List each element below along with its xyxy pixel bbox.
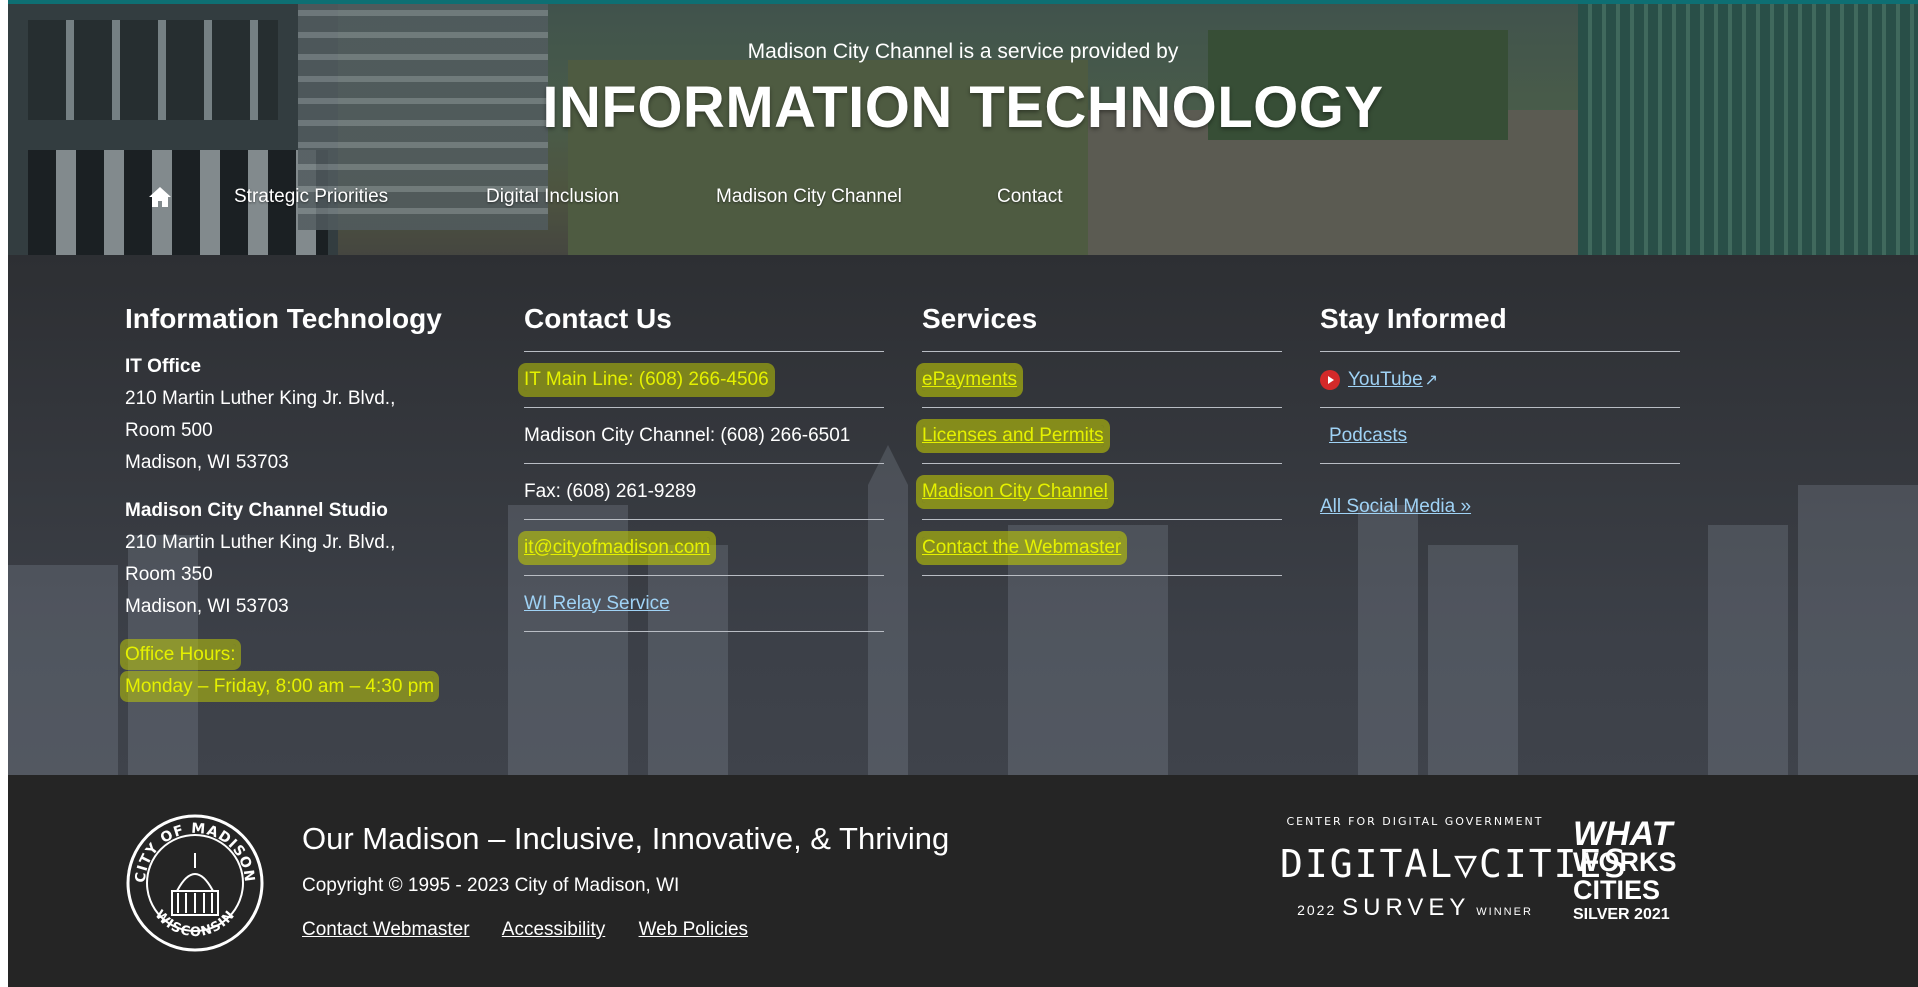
it-column: Information Technology IT Office 210 Mar…	[125, 303, 485, 703]
licenses-permits-link[interactable]: Licenses and Permits	[922, 424, 1104, 447]
dc-survey: SURVEY	[1342, 894, 1471, 921]
hero-banner: Madison City Channel is a service provid…	[8, 0, 1918, 255]
channel-phone: Madison City Channel: (608) 266-6501	[524, 424, 851, 446]
ww-line4: SILVER 2021	[1573, 906, 1670, 923]
external-link-icon: ↗	[1424, 371, 1439, 389]
dc-year: 2022	[1297, 902, 1337, 918]
what-works-cities-logo: WHAT WORKS CITIES SILVER 2021	[1573, 815, 1677, 926]
stay-informed-heading: Stay Informed	[1320, 303, 1507, 334]
studio-name: Madison City Channel Studio	[125, 500, 388, 521]
stay-informed-column: Stay Informed YouTube ↗ Podcasts All Soc…	[1320, 303, 1680, 518]
site-footer: CITY OF MADISON WISCONSIN Our Madison – …	[8, 775, 1918, 987]
digital-cities-award-logo: CENTER FOR DIGITAL GOVERNMENT DIGITAL▽CI…	[1280, 815, 1626, 945]
copyright-text: Copyright © 1995 - 2023 City of Madison,…	[302, 875, 680, 896]
footer-tagline: Our Madison – Inclusive, Innovative, & T…	[302, 821, 950, 856]
services-column: Services ePayments Licenses and Permits …	[922, 303, 1282, 576]
contact-list: IT Main Line: (608) 266-4506 Madison Cit…	[524, 351, 884, 632]
social-list: YouTube ↗ Podcasts	[1320, 351, 1680, 464]
ww-line1: WHAT	[1573, 815, 1673, 853]
dc-award-top: CENTER FOR DIGITAL GOVERNMENT	[1286, 815, 1544, 828]
contact-heading: Contact Us	[524, 303, 672, 334]
contact-column: Contact Us IT Main Line: (608) 266-4506 …	[524, 303, 884, 632]
services-heading: Services	[922, 303, 1038, 334]
services-list: ePayments Licenses and Permits Madison C…	[922, 351, 1282, 576]
office-hours-value: Monday – Friday, 8:00 am – 4:30 pm	[125, 676, 435, 697]
list-item: Madison City Channel: (608) 266-6501	[524, 407, 884, 463]
address-line: 210 Martin Luther King Jr. Blvd.,	[125, 388, 396, 409]
nav-strategic-priorities[interactable]: Strategic Priorities	[234, 186, 388, 208]
nav-madison-city-channel[interactable]: Madison City Channel	[716, 186, 902, 208]
all-social-wrap: All Social Media »	[1320, 496, 1680, 518]
footer-contact-webmaster-link[interactable]: Contact Webmaster	[302, 919, 470, 940]
dc-award-bottom: 2022 SURVEY WINNER	[1280, 894, 1550, 922]
city-seal-logo: CITY OF MADISON WISCONSIN	[126, 814, 264, 952]
list-item: Fax: (608) 261-9289	[524, 463, 884, 519]
dc-v-icon: ▽	[1454, 842, 1480, 886]
page: Madison City Channel is a service provid…	[8, 0, 1918, 987]
podcasts-link[interactable]: Podcasts	[1329, 425, 1407, 447]
list-item: ePayments	[922, 351, 1282, 407]
hero-intro-text: Madison City Channel is a service provid…	[747, 40, 1179, 63]
list-item: Contact the Webmaster	[922, 519, 1282, 576]
office-hours-label: Office Hours:	[125, 644, 236, 665]
address-line: Room 500	[125, 420, 213, 441]
ww-line3: CITIES	[1573, 875, 1661, 905]
email-link[interactable]: it@cityofmadison.com	[524, 536, 711, 559]
ww-line2: WORKS	[1573, 847, 1677, 877]
all-social-media-link[interactable]: All Social Media »	[1320, 496, 1471, 517]
address-line: Madison, WI 53703	[125, 452, 289, 473]
list-item: Podcasts	[1320, 407, 1680, 464]
it-heading: Information Technology	[125, 303, 442, 334]
dc-winner: WINNER	[1476, 906, 1533, 918]
nav-contact[interactable]: Contact	[997, 186, 1062, 208]
youtube-icon	[1320, 369, 1340, 390]
fax-number: Fax: (608) 261-9289	[524, 480, 697, 502]
footer-links: Contact Webmaster Accessibility Web Poli…	[302, 919, 776, 941]
footer-accessibility-link[interactable]: Accessibility	[502, 919, 605, 940]
info-section: Information Technology IT Office 210 Mar…	[8, 255, 1918, 775]
home-icon-svg	[149, 187, 171, 207]
studio-address: Madison City Channel Studio 210 Martin L…	[125, 495, 485, 623]
it-main-line: IT Main Line: (608) 266-4506	[524, 368, 769, 391]
wi-relay-link[interactable]: WI Relay Service	[524, 593, 670, 615]
address-line: 210 Martin Luther King Jr. Blvd.,	[125, 532, 396, 553]
list-item: Licenses and Permits	[922, 407, 1282, 463]
nav-digital-inclusion[interactable]: Digital Inclusion	[486, 186, 619, 208]
contact-webmaster-link[interactable]: Contact the Webmaster	[922, 536, 1122, 559]
dc-main-left: DIGITAL	[1280, 842, 1455, 886]
address-line: Madison, WI 53703	[125, 596, 289, 617]
address-line: Room 350	[125, 564, 213, 585]
madison-city-channel-link[interactable]: Madison City Channel	[922, 480, 1108, 503]
top-accent-bar	[8, 0, 1918, 4]
office-hours: Office Hours: Monday – Friday, 8:00 am –…	[125, 639, 485, 703]
list-item: IT Main Line: (608) 266-4506	[524, 351, 884, 407]
list-item: Madison City Channel	[922, 463, 1282, 519]
footer-web-policies-link[interactable]: Web Policies	[639, 919, 748, 940]
list-item: YouTube ↗	[1320, 351, 1680, 407]
youtube-play-icon	[1328, 375, 1334, 384]
list-item: it@cityofmadison.com	[524, 519, 884, 575]
hero-title: INFORMATION TECHNOLOGY	[542, 75, 1384, 140]
epayments-link[interactable]: ePayments	[922, 368, 1018, 391]
dc-award-main: DIGITAL▽CITIES	[1280, 842, 1626, 886]
home-icon[interactable]	[148, 186, 172, 208]
youtube-link[interactable]: YouTube	[1348, 369, 1423, 391]
list-item: WI Relay Service	[524, 575, 884, 632]
it-office-name: IT Office	[125, 356, 202, 377]
it-office-address: IT Office 210 Martin Luther King Jr. Blv…	[125, 351, 485, 479]
